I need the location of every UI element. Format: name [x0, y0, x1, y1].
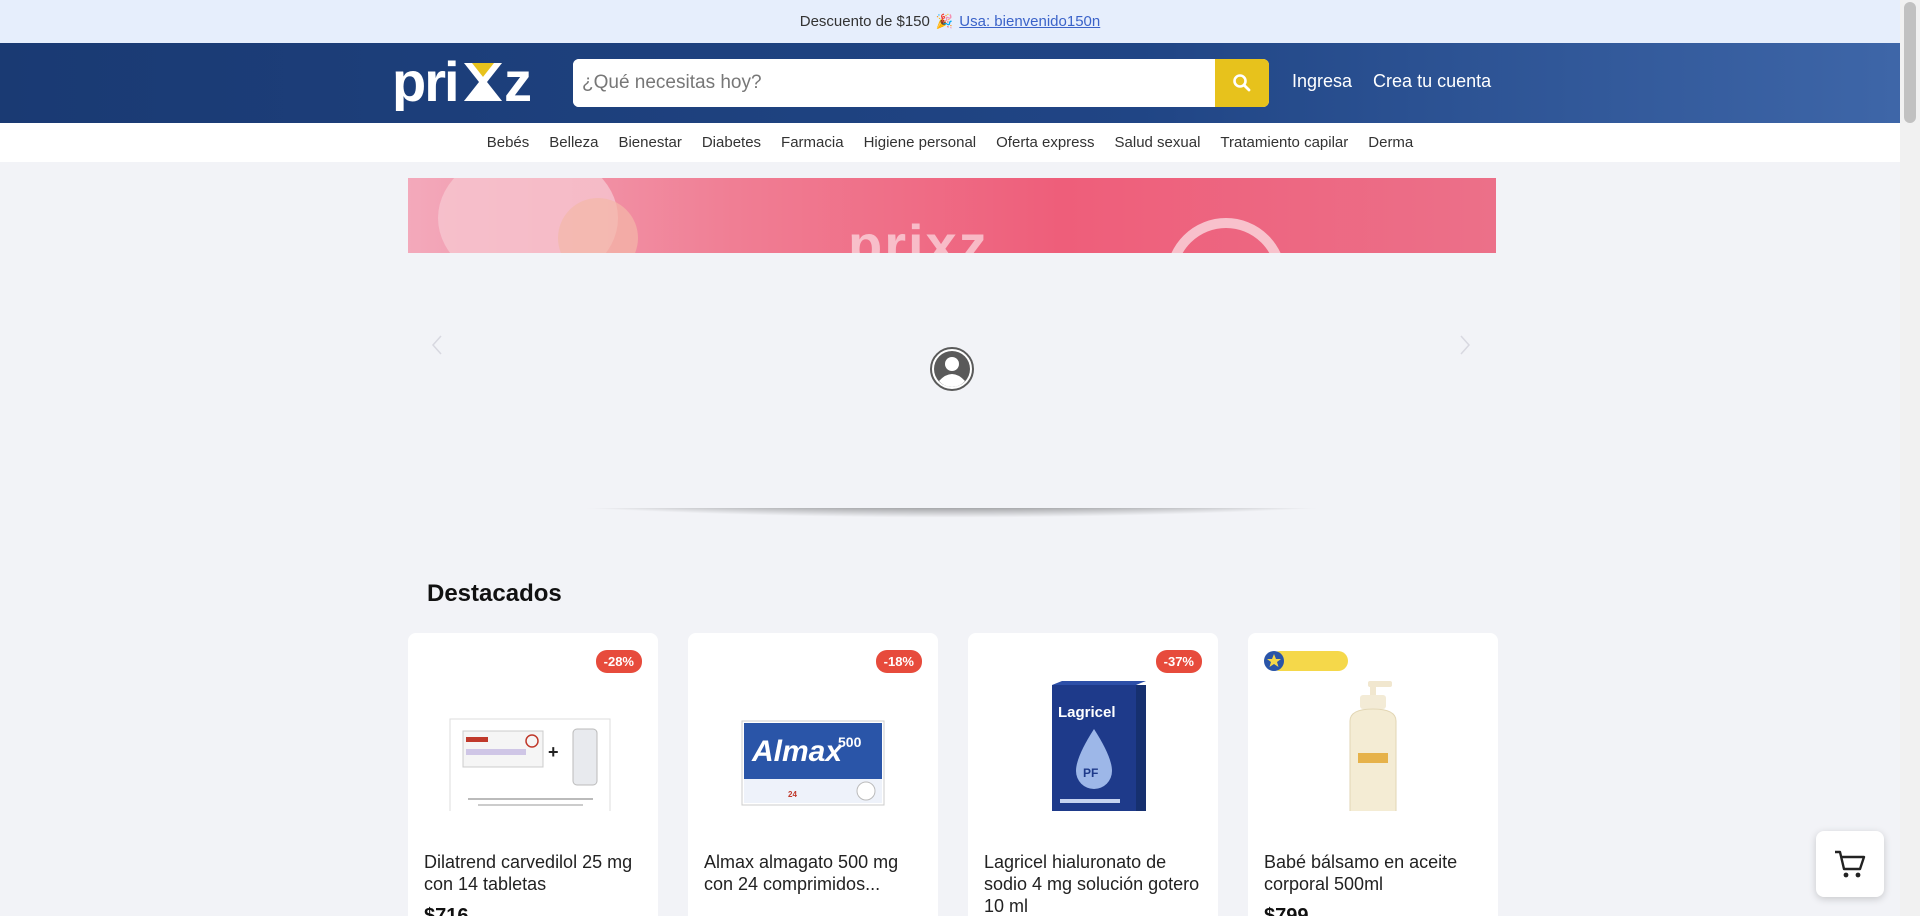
- svg-text:500: 500: [838, 734, 862, 750]
- promo-text: Descuento de $150: [799, 13, 930, 30]
- site-header: pri z Ingresa Crea tu cuenta: [0, 43, 1900, 123]
- product-price: $716: [424, 905, 469, 916]
- banner-badge: [1166, 218, 1286, 253]
- category-bebes[interactable]: Bebés: [487, 134, 530, 151]
- product-card[interactable]: -37% Lagricel PF Lagricel hialuronato de…: [968, 633, 1218, 916]
- product-name[interactable]: Almax almagato 500 mg con 24 comprimidos…: [704, 851, 926, 895]
- hero-banner[interactable]: prixz: [408, 178, 1496, 253]
- promo-bar: Descuento de $150 🎉 Usa: bienvenido150n: [0, 0, 1900, 43]
- category-diabetes[interactable]: Diabetes: [702, 134, 761, 151]
- search-input[interactable]: [573, 59, 1215, 107]
- user-avatar-icon: [930, 347, 974, 391]
- promo-code-link[interactable]: Usa: bienvenido150n: [959, 13, 1100, 30]
- svg-text:z: z: [504, 55, 532, 111]
- product-name[interactable]: Lagricel hialuronato de sodio 4 mg soluc…: [984, 851, 1206, 916]
- category-belleza[interactable]: Belleza: [549, 134, 598, 151]
- search-bar: [573, 59, 1269, 107]
- product-name[interactable]: Babé bálsamo en aceite corporal 500ml: [1264, 851, 1486, 895]
- selection-badge: [1264, 649, 1348, 673]
- svg-text:PF: PF: [1083, 766, 1098, 780]
- discount-badge: -28%: [595, 650, 642, 673]
- chevron-right-icon[interactable]: [1454, 333, 1474, 357]
- banner-brand: prixz: [848, 213, 989, 253]
- product-card[interactable]: -18% Almax 500 24 Almax almagato 500 mg …: [688, 633, 938, 916]
- featured-title: Destacados: [427, 580, 562, 607]
- product-image: Almax 500 24: [741, 720, 885, 806]
- category-tratamiento-capilar[interactable]: Tratamiento capilar: [1220, 134, 1348, 151]
- search-button[interactable]: [1215, 59, 1269, 107]
- star-icon: [1264, 651, 1348, 671]
- svg-text:pri: pri: [392, 55, 458, 111]
- page-scrollbar[interactable]: [1900, 0, 1920, 916]
- discount-badge: -37%: [1155, 650, 1202, 673]
- category-farmacia[interactable]: Farmacia: [781, 134, 844, 151]
- svg-text:24: 24: [788, 790, 797, 799]
- category-derma[interactable]: Derma: [1368, 134, 1413, 151]
- category-nav: Bebés Belleza Bienestar Diabetes Farmaci…: [0, 123, 1900, 162]
- prixz-logo[interactable]: pri z: [392, 55, 550, 111]
- auth-links: Ingresa Crea tu cuenta: [1292, 71, 1491, 92]
- party-icon: 🎉: [935, 13, 954, 29]
- product-card[interactable]: Babé bálsamo en aceite corporal 500ml $7…: [1248, 633, 1498, 916]
- cart-icon: [1835, 850, 1866, 878]
- cart-button[interactable]: [1816, 831, 1884, 897]
- product-image: Lagricel PF: [1052, 681, 1146, 811]
- product-name[interactable]: Dilatrend carvedilol 25 mg con 14 tablet…: [424, 851, 646, 895]
- login-link[interactable]: Ingresa: [1292, 71, 1352, 92]
- carousel-shadow: [408, 508, 1496, 556]
- category-salud-sexual[interactable]: Salud sexual: [1115, 134, 1201, 151]
- svg-text:Lagricel: Lagricel: [1058, 704, 1116, 721]
- chevron-left-icon[interactable]: [428, 333, 448, 357]
- svg-text:+: +: [548, 742, 559, 762]
- search-icon: [1233, 74, 1251, 92]
- product-card[interactable]: -28% + Dilatrend carvedilol 25 mg con 14…: [408, 633, 658, 916]
- category-oferta-express[interactable]: Oferta express: [996, 134, 1094, 151]
- scrollbar-thumb[interactable]: [1904, 2, 1916, 123]
- svg-text:Almax: Almax: [751, 735, 843, 768]
- discount-badge: -18%: [875, 650, 922, 673]
- category-higiene-personal[interactable]: Higiene personal: [864, 134, 977, 151]
- product-price: $799: [1264, 905, 1309, 916]
- signup-link[interactable]: Crea tu cuenta: [1373, 71, 1491, 92]
- product-image: +: [449, 718, 611, 811]
- category-bienestar[interactable]: Bienestar: [618, 134, 681, 151]
- product-image: [1349, 681, 1397, 811]
